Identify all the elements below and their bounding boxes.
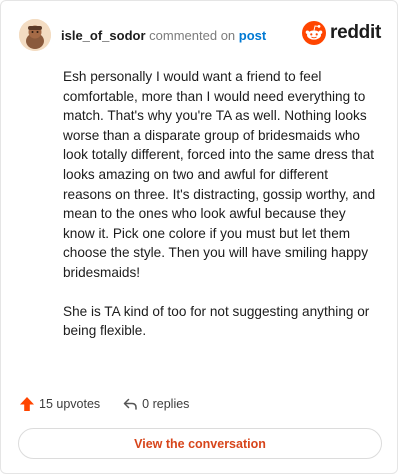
username-link[interactable]: isle_of_sodor <box>61 28 146 43</box>
byline-verb: commented on <box>149 27 236 43</box>
comment-paragraph: Esh personally I would want a friend to … <box>63 69 376 280</box>
reply-arrow-icon <box>123 398 137 410</box>
post-link[interactable]: post <box>239 28 266 43</box>
reply-button[interactable]: 0 replies <box>122 396 189 412</box>
upvote-arrow-icon <box>20 397 34 411</box>
upvote-button[interactable]: 15 upvotes <box>19 396 100 412</box>
reddit-brand[interactable]: reddit <box>302 21 381 45</box>
reddit-wordmark: reddit <box>330 22 381 43</box>
reply-count: 0 replies <box>142 397 190 411</box>
view-conversation-button[interactable]: View the conversation <box>18 428 382 459</box>
reddit-logo-icon <box>302 21 327 45</box>
comment-body: Esh personally I would want a friend to … <box>63 67 377 360</box>
comment-header: isle_of_sodor commented on post reddit <box>19 17 381 53</box>
avatar-figure-icon <box>19 19 51 51</box>
comment-actions: 15 upvotes 0 replies <box>19 393 211 415</box>
upvote-count: 15 upvotes <box>39 397 101 411</box>
user-avatar[interactable] <box>19 19 51 51</box>
comment-embed-card: isle_of_sodor commented on post reddit E… <box>0 0 398 474</box>
comment-paragraph: She is TA kind of too for not suggesting… <box>63 303 370 339</box>
byline: isle_of_sodor commented on post <box>61 28 266 43</box>
